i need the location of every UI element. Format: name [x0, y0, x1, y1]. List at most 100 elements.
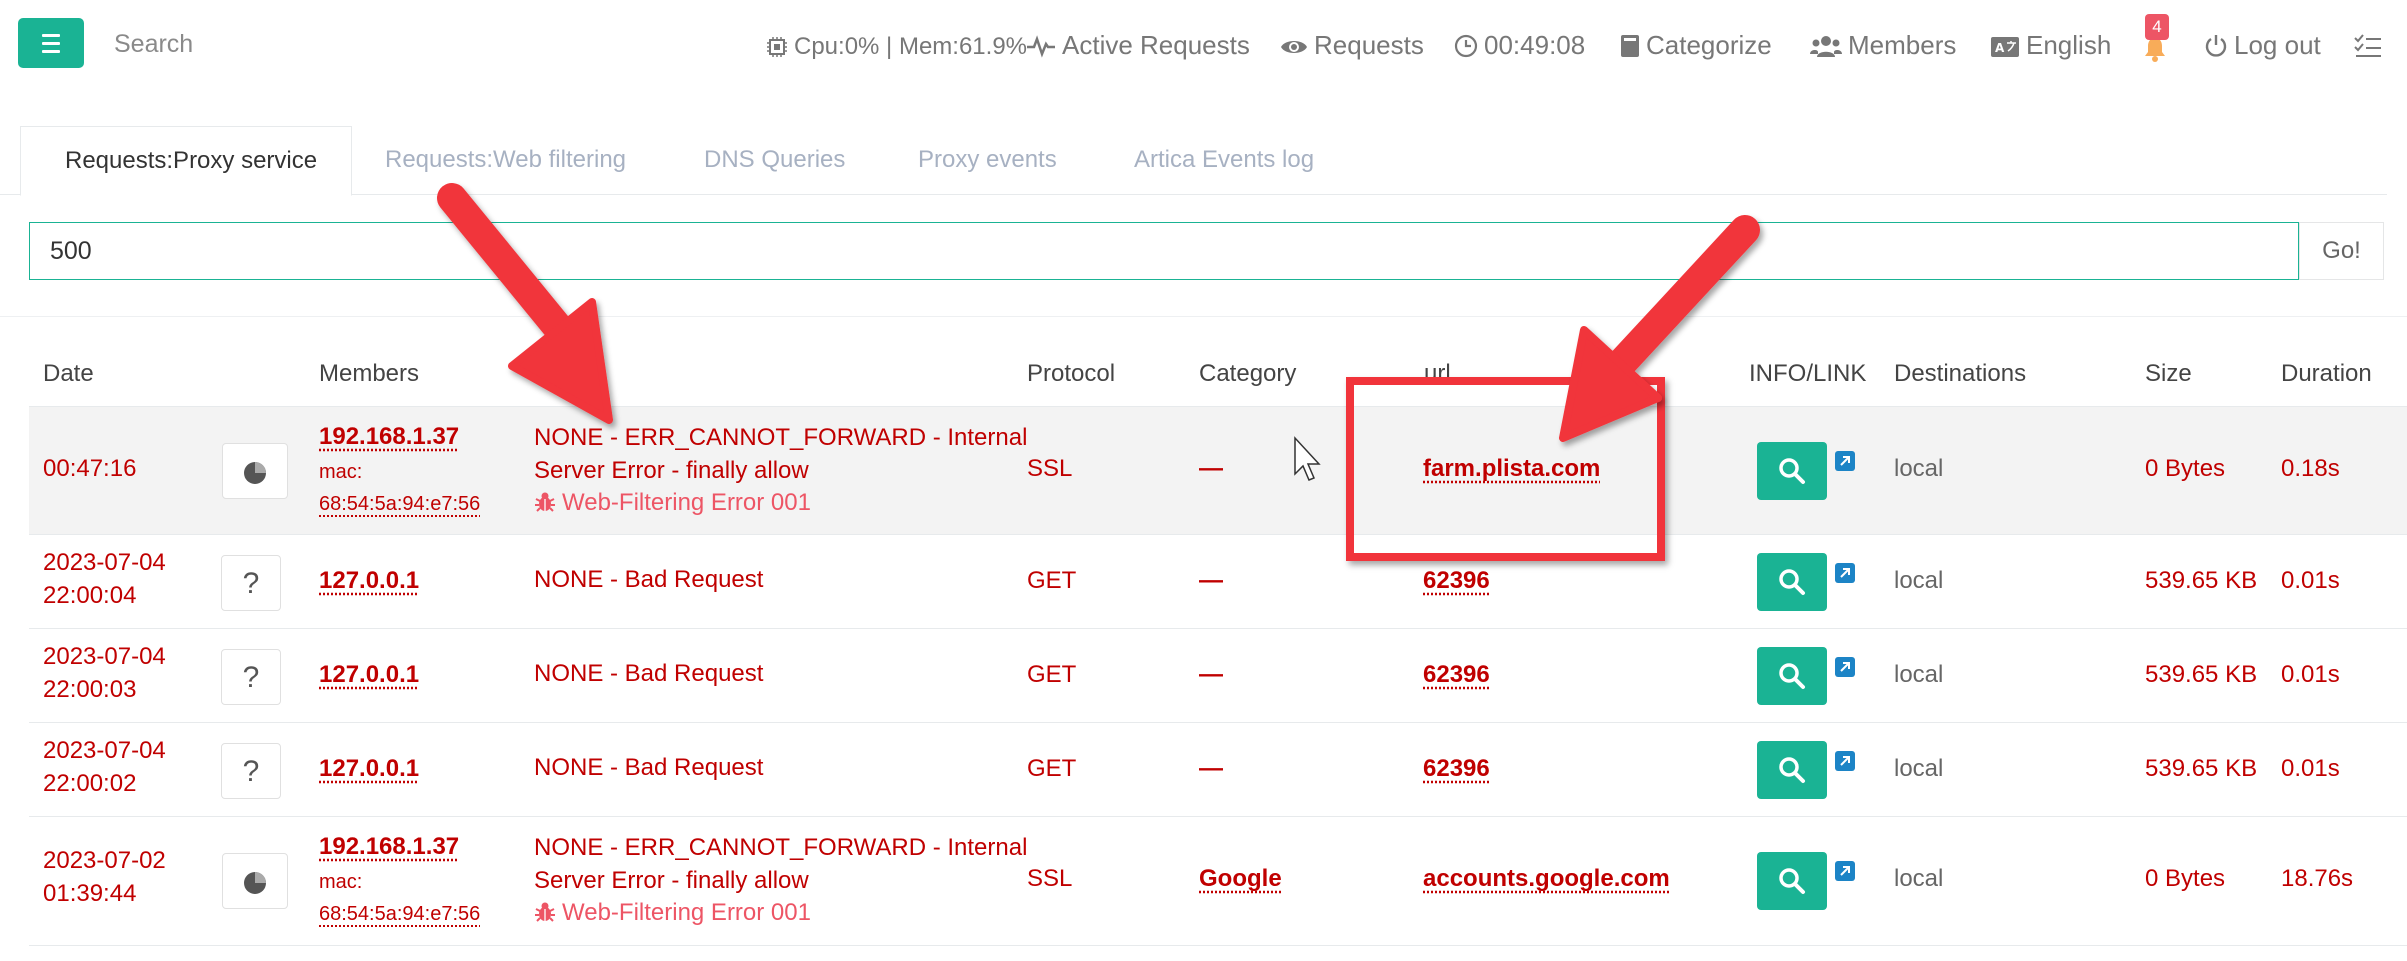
book-icon — [1621, 35, 1639, 57]
member-ip-link[interactable]: 192.168.1.37 — [319, 833, 459, 861]
row-url-link[interactable]: 62396 — [1423, 661, 1490, 689]
nav-members[interactable]: Members — [1810, 30, 1956, 61]
unknown-device-icon[interactable]: ? — [221, 743, 281, 799]
row-date: 2023-07-04 — [43, 643, 166, 670]
users-icon — [1810, 36, 1842, 57]
table-row[interactable]: 2023-07-04 22:00:03 ? 127.0.0.1 NONE - B… — [29, 628, 2407, 723]
tab-requests-proxy-service[interactable]: Requests:Proxy service — [20, 126, 353, 196]
device-icon[interactable] — [222, 443, 288, 499]
inspect-button[interactable] — [1757, 442, 1827, 500]
pie-status-icon — [244, 872, 266, 894]
nav-logout[interactable]: Log out — [2204, 30, 2321, 61]
row-protocol: GET — [1027, 661, 1077, 688]
bug-icon — [535, 492, 555, 512]
nav-requests[interactable]: Requests — [1280, 30, 1424, 61]
col-members[interactable]: Members — [319, 360, 419, 388]
row-duration: 0.01s — [2281, 567, 2340, 594]
member-ip-link[interactable]: 127.0.0.1 — [319, 755, 419, 783]
tab-artica-events-log[interactable]: Artica Events log — [1134, 126, 1314, 194]
row-size: 0 Bytes — [2145, 455, 2226, 482]
mac-address-link[interactable]: 68:54:5a:94:e7:56 — [319, 899, 480, 929]
menu-toggle-button[interactable] — [18, 18, 84, 68]
notifications-badge: 4 — [2145, 14, 2169, 40]
request-status: NONE - ERR_CANNOT_FORWARD - Internal — [534, 834, 1028, 861]
device-icon[interactable] — [222, 853, 288, 909]
row-duration: 18.76s — [2281, 865, 2354, 892]
row-duration: 0.18s — [2281, 455, 2340, 482]
table-row[interactable]: 2023-07-04 22:00:02 ? 127.0.0.1 NONE - B… — [29, 722, 2407, 817]
magnifier-icon — [1779, 458, 1805, 484]
divider — [0, 316, 2407, 317]
col-protocol[interactable]: Protocol — [1027, 360, 1115, 388]
tab-dns-queries[interactable]: DNS Queries — [704, 126, 845, 194]
magnifier-icon — [1779, 569, 1805, 595]
col-size[interactable]: Size — [2145, 360, 2192, 388]
tasks-icon — [2354, 34, 2381, 57]
col-category[interactable]: Category — [1199, 360, 1296, 388]
nav-active-requests-label: Active Requests — [1062, 30, 1250, 60]
row-size: 539.65 KB — [2145, 567, 2258, 594]
web-filtering-error[interactable]: Web-Filtering Error 001 — [534, 899, 811, 927]
inspect-button[interactable] — [1757, 852, 1827, 910]
col-destinations[interactable]: Destinations — [1894, 360, 2026, 388]
magnifier-icon — [1779, 663, 1805, 689]
unknown-device-icon[interactable]: ? — [221, 555, 281, 611]
col-duration[interactable]: Duration — [2281, 360, 2372, 388]
request-status: NONE - Bad Request — [534, 754, 764, 781]
mac-address-link[interactable]: 68:54:5a:94:e7:56 — [319, 489, 480, 519]
row-time: 01:39:44 — [43, 880, 137, 907]
col-date[interactable]: Date — [43, 360, 94, 388]
row-url-link[interactable]: 62396 — [1423, 755, 1490, 783]
cpu-icon — [767, 37, 787, 57]
row-url-link[interactable]: 62396 — [1423, 567, 1490, 595]
magnifier-icon — [1779, 868, 1805, 894]
table-row[interactable]: 00:47:16 192.168.1.37 mac: 68:54:5a:94:e… — [29, 406, 2407, 535]
nav-language-label: English — [2026, 30, 2112, 60]
nav-language[interactable]: A English — [1990, 30, 2111, 61]
table-row[interactable]: 2023-07-04 22:00:04 ? 127.0.0.1 NONE - B… — [29, 534, 2407, 629]
unknown-device-icon[interactable]: ? — [221, 649, 281, 705]
external-link-icon[interactable] — [1835, 563, 1855, 583]
table-row[interactable]: 2023-07-02 01:39:44 192.168.1.37 mac: 68… — [29, 816, 2407, 946]
row-category-link[interactable]: Google — [1199, 865, 1282, 893]
member-ip-link[interactable]: 127.0.0.1 — [319, 567, 419, 595]
row-size: 0 Bytes — [2145, 865, 2226, 892]
request-status: NONE - Bad Request — [534, 566, 764, 593]
col-info-link[interactable]: INFO/LINK — [1749, 360, 1866, 388]
request-status-line2: Server Error - finally allow — [534, 867, 809, 894]
nav-logout-label: Log out — [2234, 30, 2321, 60]
inspect-button[interactable] — [1757, 553, 1827, 611]
filter-search-input[interactable] — [29, 222, 2299, 280]
row-duration: 0.01s — [2281, 661, 2340, 688]
nav-categorize[interactable]: Categorize — [1620, 30, 1772, 61]
row-protocol: GET — [1027, 567, 1077, 594]
mac-label: mac: — [319, 461, 363, 483]
top-search-label[interactable]: Search — [114, 30, 193, 59]
web-filtering-error-label: Web-Filtering Error 001 — [562, 899, 811, 926]
nav-clock[interactable]: 00:49:08 — [1454, 30, 1585, 61]
row-url-link[interactable]: accounts.google.com — [1423, 865, 1670, 893]
external-link-icon[interactable] — [1835, 861, 1855, 881]
nav-clock-label: 00:49:08 — [1484, 30, 1586, 60]
cpu-mem-indicator: Cpu:0% | Mem:61.9% — [766, 30, 1027, 61]
external-link-icon[interactable] — [1835, 451, 1855, 471]
external-link-icon[interactable] — [1835, 751, 1855, 771]
log-tabs: Requests:Proxy service Requests:Web filt… — [0, 126, 2387, 196]
nav-tasks[interactable] — [2354, 30, 2388, 61]
nav-active-requests[interactable]: Active Requests — [1026, 30, 1250, 61]
go-button[interactable]: Go! — [2299, 222, 2384, 280]
web-filtering-error[interactable]: Web-Filtering Error 001 — [534, 489, 811, 517]
nav-members-label: Members — [1848, 30, 1957, 60]
row-destination: local — [1894, 755, 1944, 782]
tab-proxy-events[interactable]: Proxy events — [918, 126, 1057, 194]
language-icon: A — [1991, 37, 2019, 57]
tab-requests-web-filtering[interactable]: Requests:Web filtering — [385, 126, 626, 194]
member-ip-link[interactable]: 127.0.0.1 — [319, 661, 419, 689]
member-ip-link[interactable]: 192.168.1.37 — [319, 423, 459, 451]
inspect-button[interactable] — [1757, 741, 1827, 799]
row-date: 2023-07-02 — [43, 847, 166, 874]
svg-text:A: A — [1995, 41, 2005, 55]
inspect-button[interactable] — [1757, 647, 1827, 705]
external-link-icon[interactable] — [1835, 657, 1855, 677]
magnifier-icon — [1779, 757, 1805, 783]
